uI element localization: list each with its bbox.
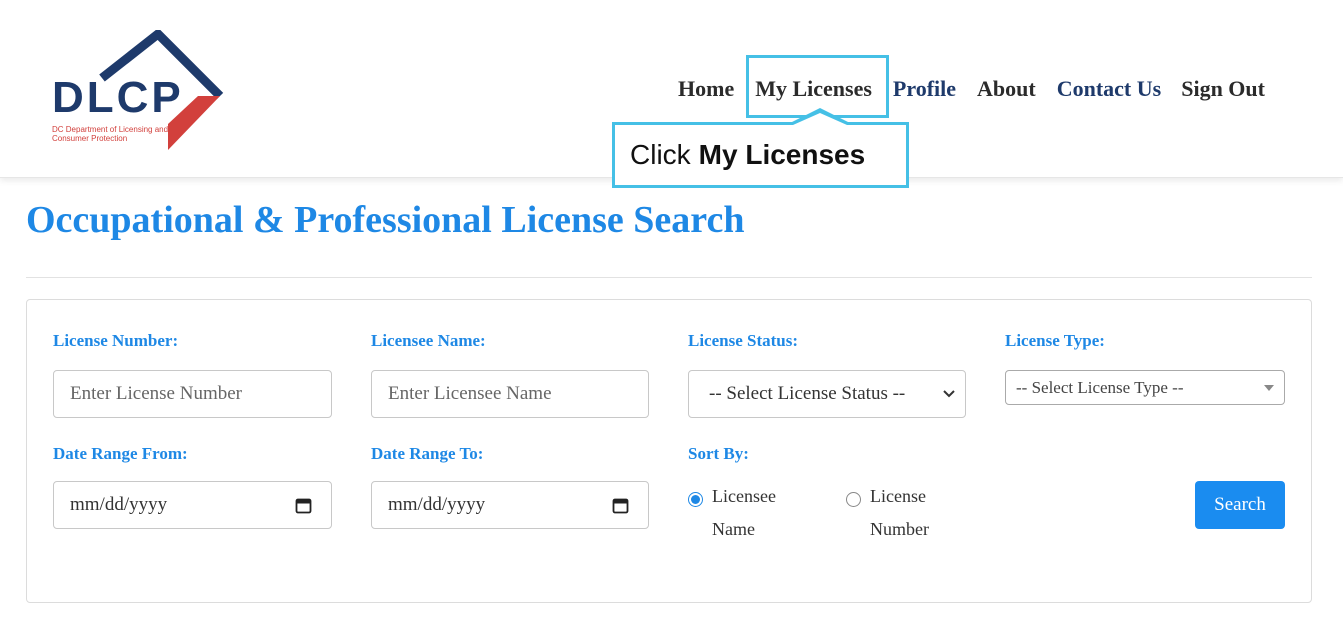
tooltip-arrow-fill (793, 113, 847, 125)
dlcp-logo[interactable]: DLCP DC Department of Licensing and Cons… (50, 30, 230, 155)
license-status-value: -- Select License Status -- (709, 383, 906, 404)
licensee-name-placeholder: Enter Licensee Name (388, 383, 552, 404)
tooltip-target: My Licenses (698, 139, 866, 170)
calendar-icon[interactable] (295, 497, 312, 514)
sort-by-label: Sort By: (688, 444, 749, 463)
date-from-label: Date Range From: (53, 444, 188, 463)
nav-home[interactable]: Home (678, 76, 734, 102)
title-divider (26, 277, 1312, 278)
sort-option-licensee-name[interactable]: Licensee Name (688, 486, 792, 546)
search-button[interactable]: Search (1195, 481, 1285, 529)
search-form-panel (26, 299, 1312, 603)
tooltip-prefix: Click (630, 139, 691, 170)
licensee-name-input[interactable]: Enter Licensee Name (371, 370, 649, 418)
caret-down-icon (1264, 385, 1274, 391)
license-number-input[interactable]: Enter License Number (53, 370, 332, 418)
radio-license-number-label[interactable]: License Number (870, 480, 950, 546)
date-to-label: Date Range To: (371, 444, 484, 463)
nav-about[interactable]: About (977, 76, 1036, 102)
license-type-value: -- Select License Type -- (1016, 377, 1184, 397)
nav-profile[interactable]: Profile (893, 76, 956, 102)
licensee-name-label: Licensee Name: (371, 331, 486, 350)
date-from-value: mm/dd/yyyy (70, 494, 168, 515)
license-status-label: License Status: (688, 331, 799, 350)
logo-text: DLCP (52, 73, 184, 122)
logo-subtitle: DC Department of Licensing and Consumer … (52, 125, 169, 143)
sort-option-license-number[interactable]: License Number (846, 486, 950, 546)
nav-sign-out[interactable]: Sign Out (1181, 76, 1265, 102)
date-from-input[interactable]: mm/dd/yyyy (53, 481, 332, 529)
instruction-tooltip: Click My Licenses (612, 122, 909, 188)
license-number-label: License Number: (53, 331, 179, 350)
license-status-select[interactable]: -- Select License Status -- (688, 370, 966, 418)
date-to-input[interactable]: mm/dd/yyyy (371, 481, 649, 529)
radio-licensee-name-label[interactable]: Licensee Name (712, 480, 792, 546)
radio-licensee-name[interactable] (688, 492, 703, 507)
page-title: Occupational & Professional License Sear… (26, 199, 745, 241)
license-number-placeholder: Enter License Number (70, 383, 242, 404)
date-to-value: mm/dd/yyyy (388, 494, 486, 515)
license-type-label: License Type: (1005, 331, 1105, 350)
license-type-select[interactable]: -- Select License Type -- (1005, 370, 1285, 405)
radio-license-number[interactable] (846, 492, 861, 507)
nav-contact-us[interactable]: Contact Us (1057, 76, 1162, 102)
chevron-down-icon (943, 390, 955, 398)
calendar-icon[interactable] (612, 497, 629, 514)
